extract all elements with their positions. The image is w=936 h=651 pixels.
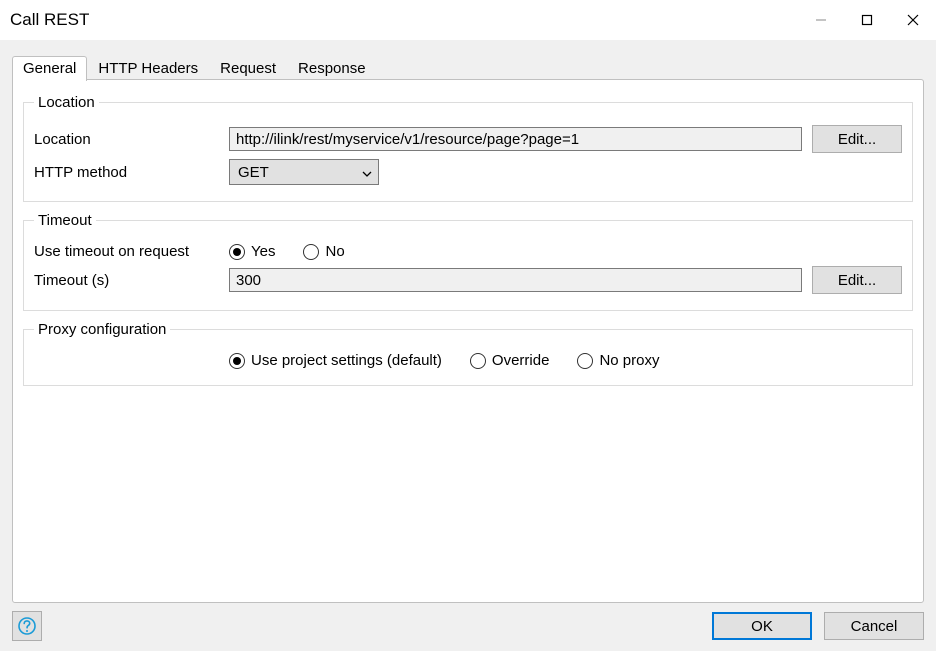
radio-label: Yes (251, 243, 275, 260)
minimize-button[interactable] (798, 0, 844, 40)
client-area: General HTTP Headers Request Response Lo… (0, 40, 936, 651)
radio-proxy-override[interactable]: Override (470, 352, 550, 369)
timeout-input[interactable] (229, 268, 802, 292)
radio-label: No proxy (599, 352, 659, 369)
row-location: Location Edit... (34, 125, 902, 153)
location-label: Location (34, 131, 219, 148)
button-label: Edit... (838, 131, 876, 148)
group-legend: Timeout (34, 212, 96, 229)
tab-label: HTTP Headers (98, 60, 198, 77)
cancel-button[interactable]: Cancel (824, 612, 924, 640)
tab-response[interactable]: Response (287, 56, 377, 81)
tab-page-general: Location Location Edit... HTTP method GE… (12, 79, 924, 603)
timeout-label: Timeout (s) (34, 272, 219, 289)
maximize-button[interactable] (844, 0, 890, 40)
location-input[interactable] (229, 127, 802, 151)
radio-timeout-no[interactable]: No (303, 243, 344, 260)
group-legend: Location (34, 94, 99, 111)
group-legend: Proxy configuration (34, 321, 170, 338)
tabstrip: General HTTP Headers Request Response (12, 55, 924, 80)
dialog-call-rest: Call REST General HTTP Headers Request R… (0, 0, 936, 651)
tab-label: Response (298, 60, 366, 77)
location-edit-button[interactable]: Edit... (812, 125, 902, 153)
row-use-timeout: Use timeout on request Yes No (34, 243, 902, 260)
help-icon (17, 616, 37, 636)
dialog-footer: OK Cancel (12, 603, 924, 641)
radio-icon (470, 353, 486, 369)
window-title: Call REST (10, 10, 89, 30)
group-timeout: Timeout Use timeout on request Yes No (23, 212, 913, 311)
chevron-down-icon (362, 164, 372, 181)
radio-proxy-project[interactable]: Use project settings (default) (229, 352, 442, 369)
http-method-select[interactable]: GET (229, 159, 379, 185)
button-label: Edit... (838, 272, 876, 289)
row-proxy: Use project settings (default) Override … (34, 352, 902, 369)
button-label: OK (751, 618, 773, 635)
ok-button[interactable]: OK (712, 612, 812, 640)
tab-http-headers[interactable]: HTTP Headers (87, 56, 209, 81)
radio-proxy-none[interactable]: No proxy (577, 352, 659, 369)
tab-request[interactable]: Request (209, 56, 287, 81)
tab-label: General (23, 60, 76, 77)
close-icon (907, 14, 919, 26)
select-value: GET (238, 164, 269, 181)
radio-icon (303, 244, 319, 260)
http-method-label: HTTP method (34, 164, 219, 181)
radio-label: No (325, 243, 344, 260)
maximize-icon (861, 14, 873, 26)
radio-timeout-yes[interactable]: Yes (229, 243, 275, 260)
group-location: Location Location Edit... HTTP method GE… (23, 94, 913, 202)
button-label: Cancel (851, 618, 898, 635)
timeout-edit-button[interactable]: Edit... (812, 266, 902, 294)
help-button[interactable] (12, 611, 42, 641)
close-button[interactable] (890, 0, 936, 40)
radio-icon (229, 353, 245, 369)
radio-icon (577, 353, 593, 369)
group-proxy: Proxy configuration Use project settings… (23, 321, 913, 386)
radio-label: Override (492, 352, 550, 369)
radio-label: Use project settings (default) (251, 352, 442, 369)
row-http-method: HTTP method GET (34, 159, 902, 185)
tab-general[interactable]: General (12, 56, 87, 81)
titlebar: Call REST (0, 0, 936, 40)
radio-icon (229, 244, 245, 260)
tab-label: Request (220, 60, 276, 77)
use-timeout-label: Use timeout on request (34, 243, 219, 260)
minimize-icon (815, 14, 827, 26)
row-timeout-value: Timeout (s) Edit... (34, 266, 902, 294)
